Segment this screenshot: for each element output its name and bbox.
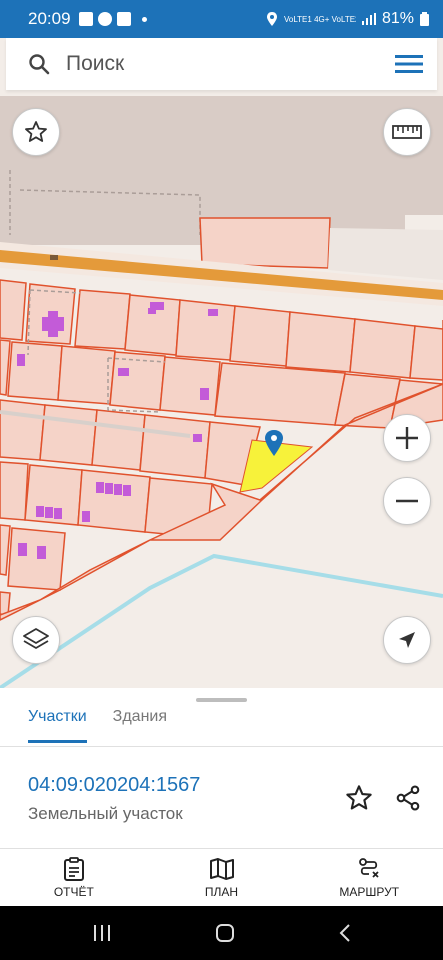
whatsapp-icon <box>97 12 112 26</box>
sheet-tabs: Участки Здания <box>28 708 167 743</box>
zoom-out-button[interactable] <box>383 477 431 525</box>
favorite-parcel-button[interactable] <box>343 782 375 814</box>
search-input[interactable]: Поиск <box>66 52 395 76</box>
share-button[interactable] <box>392 782 424 814</box>
sheet-drag-handle[interactable] <box>196 698 247 702</box>
system-navigation-bar <box>0 906 443 960</box>
map-view[interactable] <box>0 96 443 688</box>
plus-icon <box>396 427 418 449</box>
divider <box>0 746 443 747</box>
route-icon <box>359 857 379 878</box>
battery-level: 81% <box>381 10 414 27</box>
navigation-arrow-icon <box>399 632 415 648</box>
tab-parcels[interactable]: Участки <box>28 708 87 743</box>
alert-icon <box>116 12 131 26</box>
route-button[interactable]: МАРШРУТ <box>295 849 443 906</box>
parcel-cadastral-number[interactable]: 04:09:020204:1567 <box>28 774 200 797</box>
route-label: МАРШРУТ <box>339 884 400 899</box>
favorite-button[interactable] <box>12 108 60 156</box>
clipboard-icon <box>63 856 84 881</box>
ruler-icon <box>392 125 422 139</box>
star-icon <box>25 121 47 142</box>
ruler-button[interactable] <box>383 108 431 156</box>
minus-icon <box>396 499 418 503</box>
signal-icon <box>361 13 376 25</box>
search-bar[interactable]: Поиск <box>6 38 437 90</box>
layers-button[interactable] <box>12 616 60 664</box>
status-time: 20:09 <box>28 9 71 28</box>
gallery-icon <box>78 12 93 26</box>
tab-buildings[interactable]: Здания <box>113 708 167 743</box>
home-icon[interactable] <box>215 923 235 943</box>
report-label: ОТЧЁТ <box>53 884 94 899</box>
locate-button[interactable] <box>383 616 431 664</box>
cadastral-map[interactable] <box>0 96 443 688</box>
system-icons: VoLTE1 4G+ VoLTE2 81% <box>266 10 429 28</box>
signal-text: VoLTE1 4G+ VoLTE2 <box>283 14 356 24</box>
search-icon[interactable] <box>28 53 50 75</box>
share-icon <box>396 785 420 811</box>
dot-icon <box>141 16 147 22</box>
battery-icon <box>420 12 429 26</box>
plan-label: ПЛАН <box>204 884 239 899</box>
bottom-navigation: ОТЧЁТ ПЛАН МАРШРУТ <box>0 849 443 906</box>
map-icon <box>209 857 234 880</box>
notification-icons <box>78 12 147 26</box>
hamburger-menu-icon[interactable] <box>395 53 423 75</box>
app-screen: 20:09 VoLTE1 4G+ VoLTE2 81% Поиск Участк… <box>0 0 443 960</box>
status-bar: 20:09 VoLTE1 4G+ VoLTE2 81% <box>0 0 443 38</box>
star-icon <box>346 785 372 810</box>
recent-apps-icon[interactable] <box>92 924 112 942</box>
back-icon[interactable] <box>338 923 352 943</box>
report-button[interactable]: ОТЧЁТ <box>0 849 148 906</box>
location-icon <box>266 12 277 26</box>
bottom-sheet: Участки Здания 04:09:020204:1567 Земельн… <box>0 688 443 906</box>
plan-button[interactable]: ПЛАН <box>148 849 296 906</box>
parcel-type: Земельный участок <box>28 804 183 823</box>
layers-icon <box>23 628 49 649</box>
zoom-in-button[interactable] <box>383 414 431 462</box>
